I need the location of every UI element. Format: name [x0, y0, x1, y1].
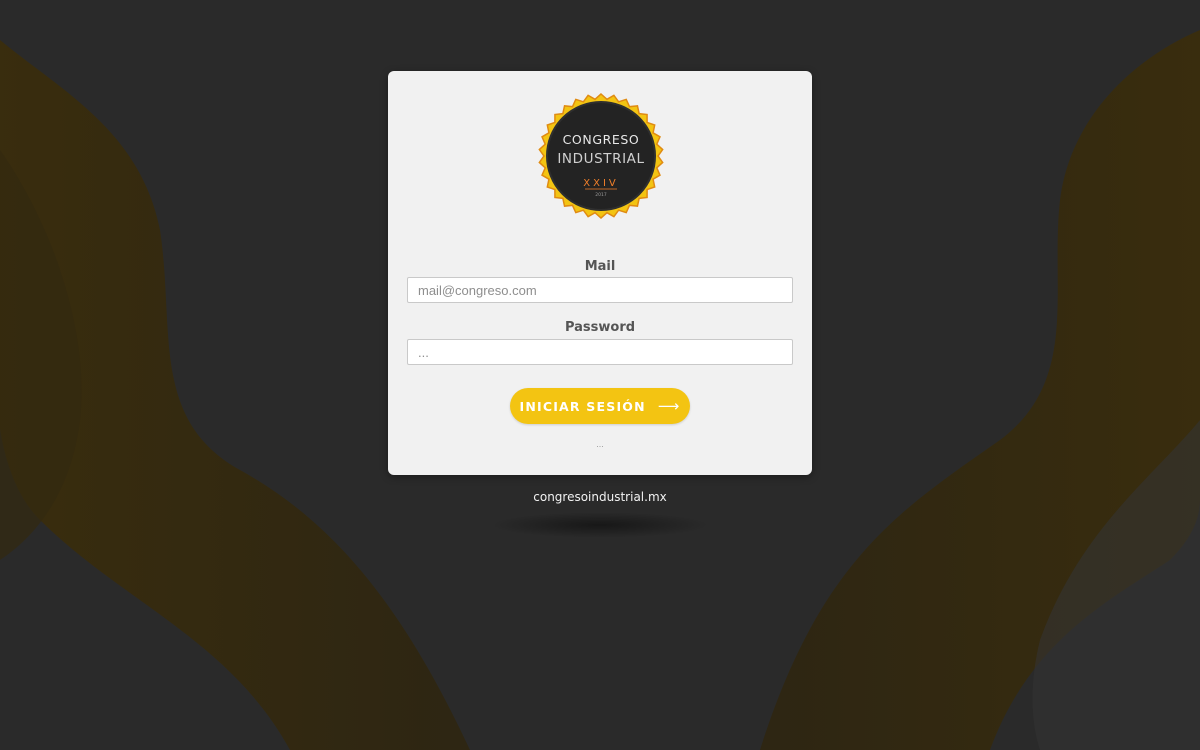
logo-year: 2017 — [595, 192, 607, 198]
password-input[interactable] — [407, 339, 793, 365]
login-button-label: INICIAR SESIÓN — [519, 398, 646, 414]
login-card: CONGRESO INDUSTRIAL XXIV 2017 Mail Passw… — [388, 71, 812, 475]
logo-line1: CONGRESO — [563, 132, 640, 147]
footer-shadow — [490, 512, 710, 538]
logo-edition: XXIV — [583, 178, 619, 189]
footer-site-link[interactable]: congresoindustrial.mx — [388, 490, 812, 504]
password-label: Password — [564, 320, 636, 335]
logo-line2: INDUSTRIAL — [557, 151, 644, 167]
login-button[interactable]: INICIAR SESIÓN ⟶ — [510, 388, 690, 424]
helper-text: ... — [596, 439, 604, 449]
congreso-industrial-logo: CONGRESO INDUSTRIAL XXIV 2017 — [538, 93, 664, 219]
arrow-right-icon: ⟶ — [657, 397, 681, 415]
mail-input[interactable] — [407, 277, 793, 303]
mail-label: Mail — [584, 259, 616, 274]
